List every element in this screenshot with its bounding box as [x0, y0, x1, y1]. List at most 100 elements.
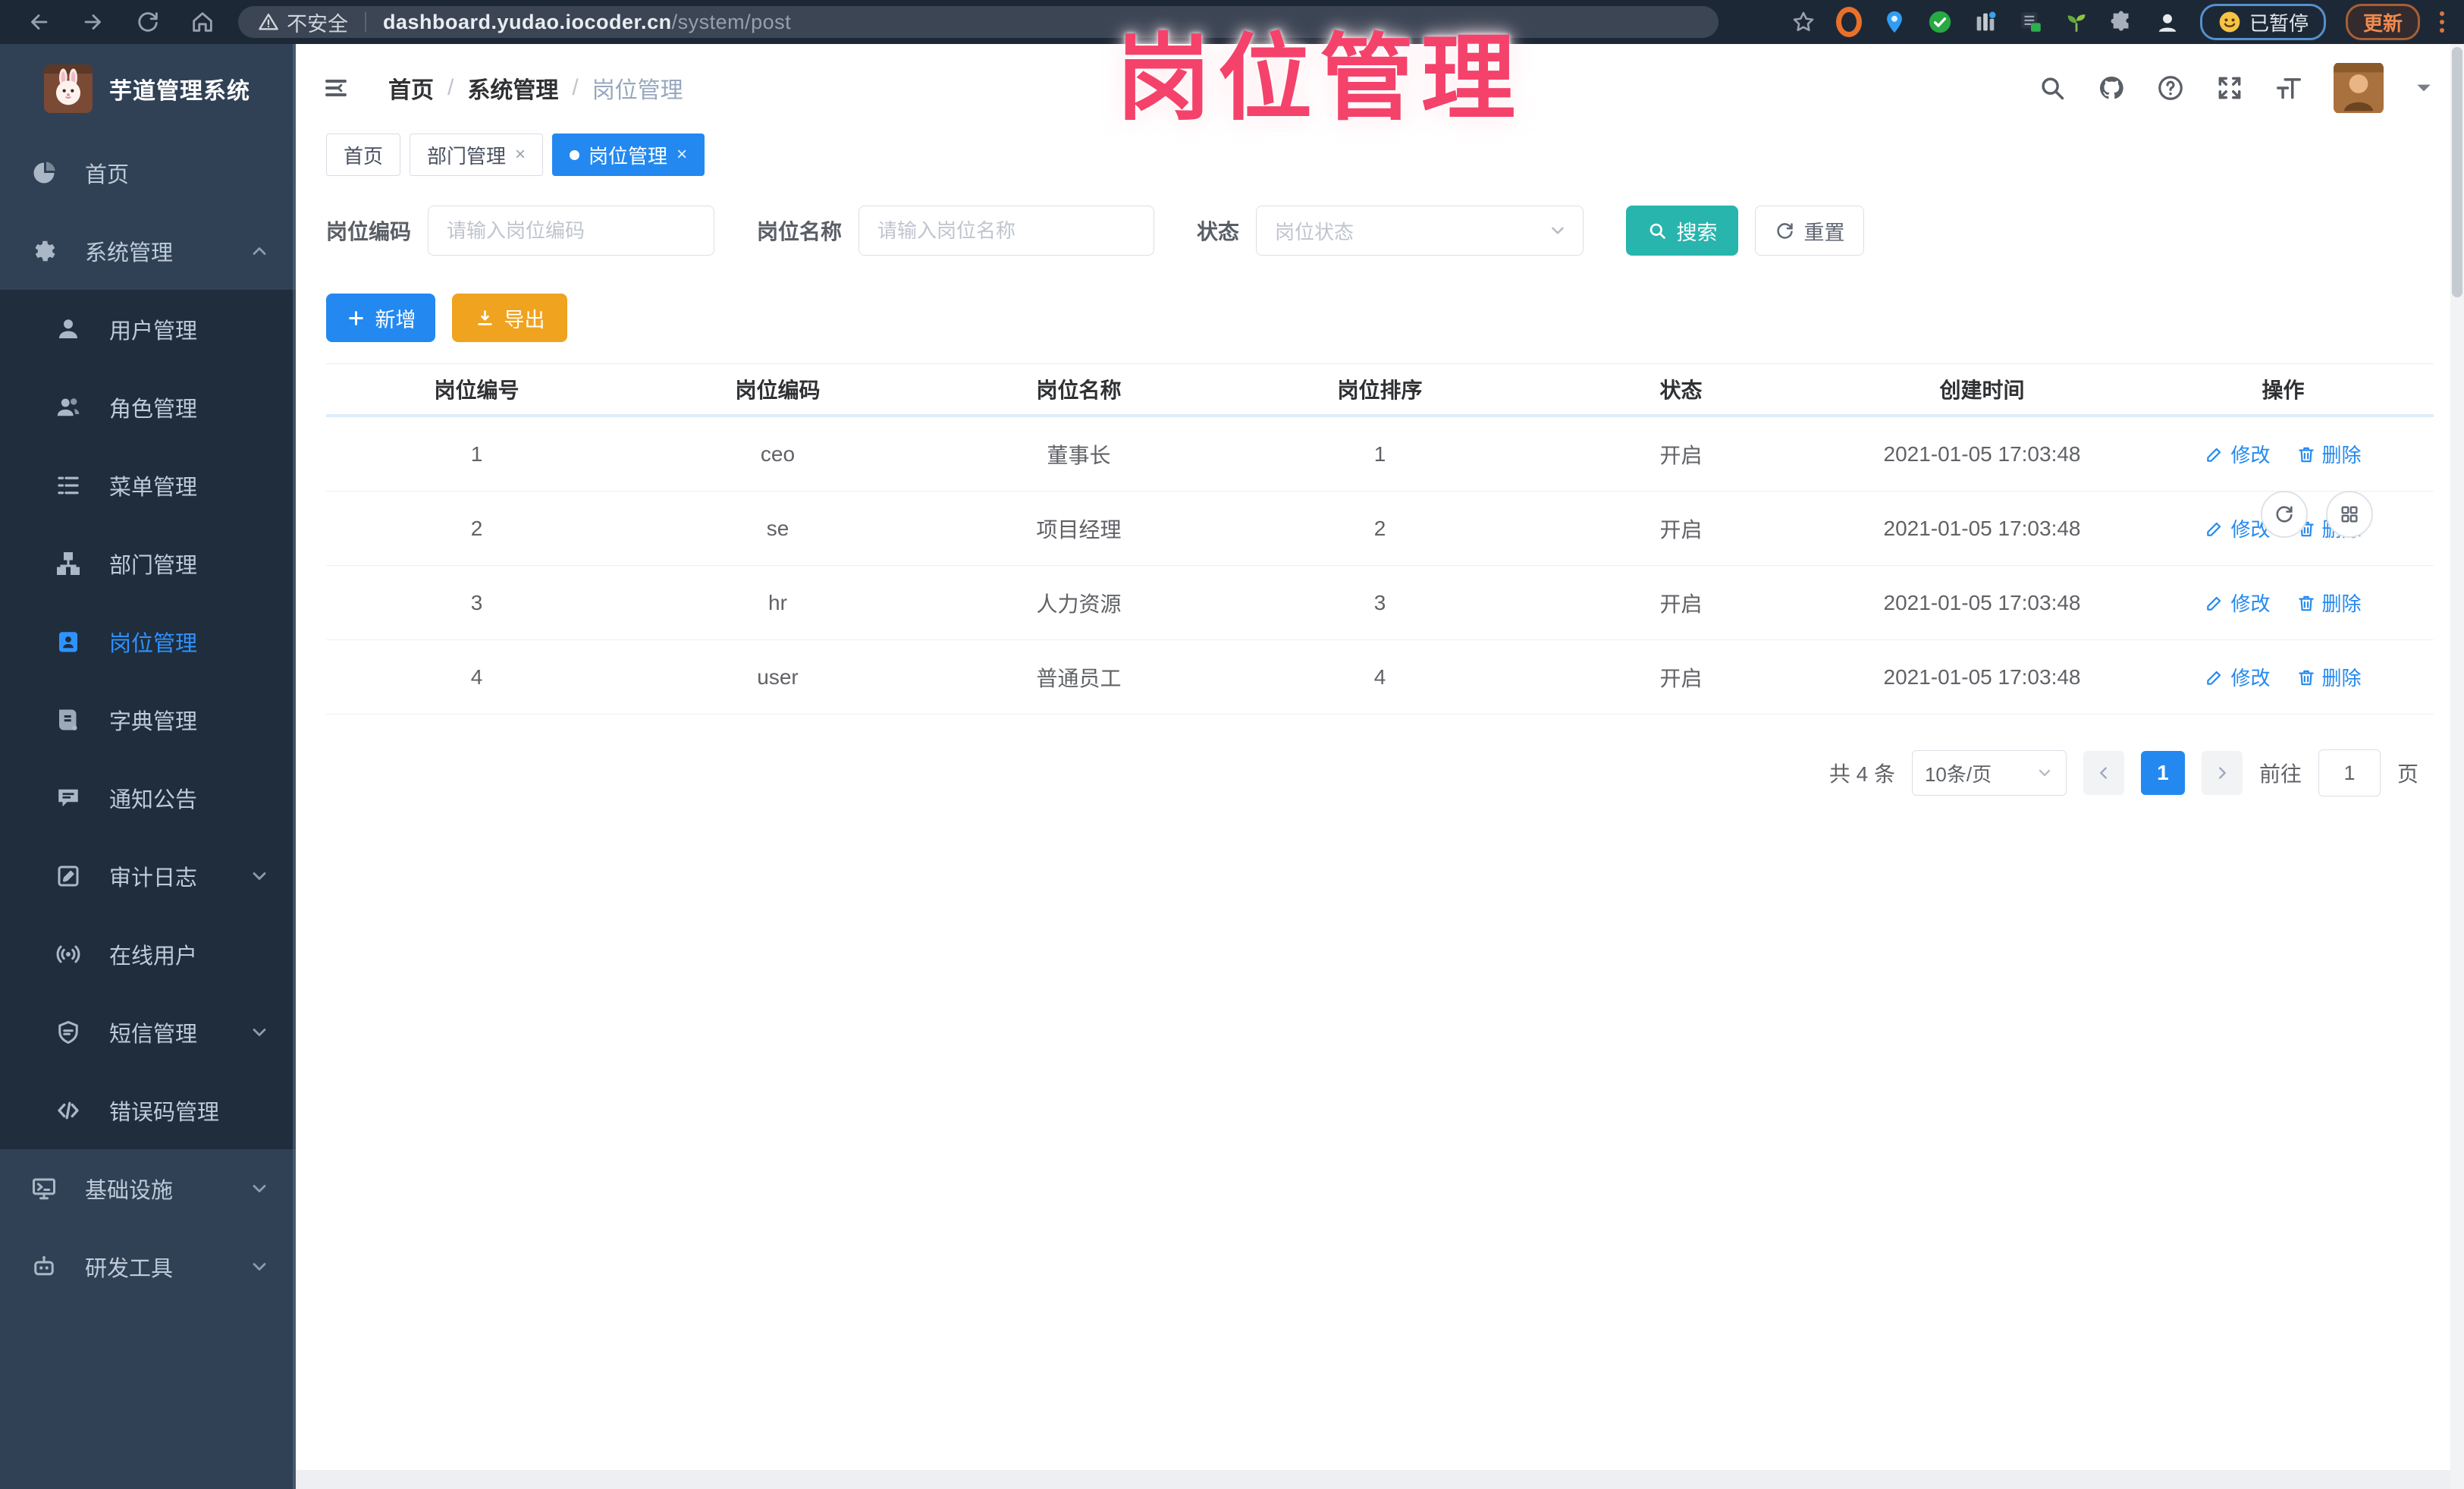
search-button[interactable]: 搜索: [1626, 206, 1739, 256]
edit-link[interactable]: 修改: [2205, 440, 2271, 468]
tab-home[interactable]: 首页: [326, 134, 401, 176]
browser-update-button[interactable]: 更新: [2345, 4, 2420, 40]
sidebar-item-menus[interactable]: 菜单管理: [0, 446, 296, 524]
search-icon[interactable]: [2038, 74, 2067, 102]
status-select-placeholder: 岗位状态: [1275, 220, 1354, 243]
github-icon[interactable]: [2097, 74, 2126, 102]
sidebar-item-dictionary[interactable]: 字典管理: [0, 680, 296, 759]
scrollbar-thumb[interactable]: [2452, 47, 2462, 297]
sidebar-item-label: 研发工具: [85, 1256, 174, 1281]
trash-icon: [2298, 595, 2314, 611]
dashboard-icon: [33, 161, 55, 183]
export-button[interactable]: 导出: [452, 294, 567, 342]
online-users-icon: [56, 945, 80, 963]
app-root: 不安全 dashboard.yudao.iocoder.cn/system/po…: [0, 0, 2464, 1489]
refresh-table-button[interactable]: [2261, 491, 2308, 538]
extension-tag-icon[interactable]: [2018, 9, 2044, 35]
cell-post-sort: 3: [1373, 590, 1386, 614]
edit-link[interactable]: 修改: [2205, 663, 2271, 691]
breadcrumb-home[interactable]: 首页: [388, 71, 434, 105]
sidebar-item-audit-logs[interactable]: 审计日志: [0, 837, 296, 915]
delete-link[interactable]: 删除: [2296, 663, 2362, 691]
update-button-label: 更新: [2362, 11, 2403, 35]
tab-posts[interactable]: 岗位管理 ×: [552, 134, 705, 176]
extension-sprout-icon[interactable]: [2064, 9, 2089, 35]
sidebar-item-roles[interactable]: 角色管理: [0, 368, 296, 446]
sidebar-logo-row[interactable]: 芋道管理系统: [0, 44, 296, 134]
sidebar-item-error-codes[interactable]: 错误码管理: [0, 1071, 296, 1149]
plus-icon: [348, 310, 363, 325]
prev-page-button[interactable]: [2083, 751, 2124, 795]
back-icon[interactable]: [26, 9, 52, 35]
fullscreen-icon[interactable]: [2215, 74, 2244, 102]
add-button[interactable]: 新增: [326, 294, 435, 342]
close-icon[interactable]: ×: [676, 144, 687, 165]
hamburger-icon[interactable]: [320, 74, 352, 102]
cell-created: 2021-01-05 17:03:48: [1883, 441, 2081, 466]
home-icon[interactable]: [190, 9, 215, 35]
font-size-icon[interactable]: [2274, 74, 2303, 102]
sidebar-item-departments[interactable]: 部门管理: [0, 524, 296, 602]
page-number-button[interactable]: 1: [2140, 751, 2185, 795]
chevron-down-icon: [253, 1028, 266, 1036]
avatar[interactable]: [2334, 62, 2384, 114]
sidebar-item-posts[interactable]: 岗位管理: [0, 602, 296, 680]
extension-blue-pin-icon[interactable]: [1882, 9, 1907, 35]
sidebar-item-users[interactable]: 用户管理: [0, 290, 296, 368]
pagination: 共 4 条 10条/页 1 前往 页: [296, 749, 2418, 796]
extension-puzzle-icon[interactable]: [2109, 9, 2135, 35]
star-icon[interactable]: [1791, 9, 1816, 35]
delete-link[interactable]: 删除: [2296, 589, 2362, 617]
delete-link[interactable]: 删除: [2296, 440, 2362, 468]
paused-badge-label: 已暂停: [2249, 11, 2309, 35]
help-icon[interactable]: [2156, 74, 2185, 102]
roles-icon: [57, 397, 80, 416]
sidebar-item-infrastructure[interactable]: 基础设施: [0, 1149, 296, 1227]
goto-page-input[interactable]: [2318, 749, 2381, 796]
column-settings-button[interactable]: [2326, 491, 2373, 538]
page-scrollbar[interactable]: [2450, 44, 2464, 1489]
sidebar-item-label: 短信管理: [109, 1022, 198, 1047]
page-size-select[interactable]: 10条/页: [1911, 750, 2067, 796]
address-separator: [365, 12, 366, 32]
status-select[interactable]: 岗位状态: [1256, 206, 1584, 256]
post-code-input[interactable]: [428, 206, 715, 256]
close-icon[interactable]: ×: [515, 144, 526, 165]
forward-icon[interactable]: [80, 9, 106, 35]
tab-departments[interactable]: 部门管理 ×: [410, 134, 544, 176]
extension-green-check-icon[interactable]: [1927, 9, 1953, 35]
sidebar-item-online-users[interactable]: 在线用户: [0, 915, 296, 993]
cell-post-name: 项目经理: [1036, 517, 1122, 542]
reload-icon[interactable]: [135, 9, 161, 35]
sidebar-item-dev-tools[interactable]: 研发工具: [0, 1227, 296, 1305]
filter-form: 岗位编码 岗位名称 状态 岗位状态 搜索 重置: [326, 206, 2464, 256]
next-page-button[interactable]: [2201, 751, 2243, 795]
sidebar-item-label: 用户管理: [109, 319, 198, 344]
breadcrumb-system[interactable]: 系统管理: [467, 71, 558, 105]
profile-paused-badge[interactable]: 已暂停: [2199, 4, 2326, 40]
sidebar-item-announcements[interactable]: 通知公告: [0, 759, 296, 837]
url-host: dashboard.yudao.iocoder.cn: [383, 10, 672, 33]
extension-person-icon[interactable]: [2155, 9, 2180, 35]
cell-post-id: 1: [470, 441, 483, 466]
reset-button[interactable]: 重置: [1755, 206, 1865, 256]
sidebar-item-label: 角色管理: [109, 397, 198, 422]
sidebar-item-sms[interactable]: 短信管理: [0, 993, 296, 1071]
goto-label: 前往: [2258, 762, 2302, 786]
extension-columns-icon[interactable]: [1973, 9, 1998, 35]
status-label: 状态: [1197, 220, 1240, 243]
cell-post-sort: 1: [1373, 441, 1386, 466]
breadcrumb-current: 岗位管理: [592, 77, 683, 103]
security-status[interactable]: 不安全: [258, 8, 348, 37]
sidebar-item-home[interactable]: 首页: [0, 134, 296, 212]
kebab-menu-icon[interactable]: [2440, 11, 2444, 33]
caret-down-icon[interactable]: [2414, 80, 2434, 96]
sidebar-item-system[interactable]: 系统管理: [0, 212, 296, 290]
sidebar-item-label: 审计日志: [109, 865, 198, 891]
extension-orange-ring-icon[interactable]: [1835, 7, 1862, 37]
table-row: 1 ceo 董事长 1 开启 2021-01-05 17:03:48 修改 删除: [326, 417, 2434, 492]
cell-post-id: 3: [470, 590, 483, 614]
post-name-input[interactable]: [858, 206, 1155, 256]
gear-icon: [35, 240, 55, 261]
edit-link[interactable]: 修改: [2205, 589, 2271, 617]
